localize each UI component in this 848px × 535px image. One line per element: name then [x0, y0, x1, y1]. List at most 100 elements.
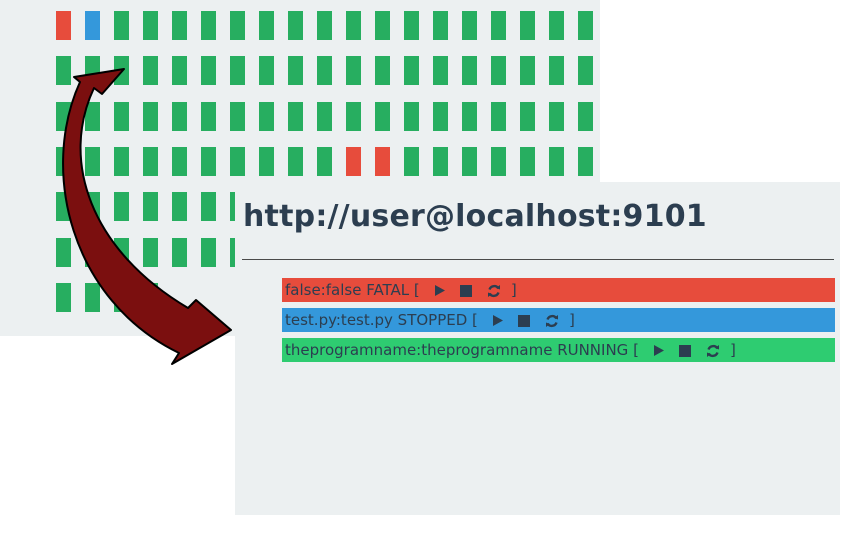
process-status-cell-running[interactable] [288, 11, 303, 40]
process-status-cell-running[interactable] [433, 102, 448, 131]
process-status-cell-running[interactable] [259, 102, 274, 131]
process-status-cell-running[interactable] [462, 56, 477, 85]
process-status-cell-running[interactable] [201, 102, 216, 131]
process-status-cell-running[interactable] [346, 11, 361, 40]
refresh-icon[interactable] [545, 314, 559, 328]
process-status-cell-running[interactable] [346, 56, 361, 85]
process-status-cell-running[interactable] [375, 102, 390, 131]
play-icon[interactable] [433, 284, 446, 297]
refresh-icon[interactable] [487, 284, 501, 298]
process-status-cell-running[interactable] [143, 102, 158, 131]
process-status-cell-running[interactable] [520, 11, 535, 40]
process-status-cell-running[interactable] [404, 11, 419, 40]
process-status-cell-running[interactable] [491, 11, 506, 40]
process-status-cell-running[interactable] [491, 56, 506, 85]
process-status-cell-running[interactable] [578, 56, 593, 85]
process-status-cell-running[interactable] [114, 147, 129, 176]
process-status-cell-running[interactable] [201, 147, 216, 176]
process-status-cell-running[interactable] [85, 56, 100, 85]
process-status-cell-fatal[interactable] [375, 147, 390, 176]
process-status-cell-running[interactable] [201, 238, 216, 267]
process-status-cell-running[interactable] [85, 238, 100, 267]
process-status-cell-running[interactable] [114, 283, 129, 312]
process-status-cell-running[interactable] [520, 147, 535, 176]
process-row-test-py[interactable]: test.py:test.py STOPPED [ ] [282, 308, 835, 332]
process-status-cell-running[interactable] [143, 283, 158, 312]
process-status-cell-running[interactable] [462, 147, 477, 176]
process-status-cell-running[interactable] [143, 147, 158, 176]
process-status-cell-running[interactable] [433, 147, 448, 176]
process-status-cell-running[interactable] [462, 11, 477, 40]
process-status-cell-running[interactable] [346, 102, 361, 131]
process-status-cell-running[interactable] [288, 56, 303, 85]
process-status-cell-running[interactable] [230, 102, 245, 131]
process-status-cell-running[interactable] [404, 147, 419, 176]
stop-icon[interactable] [460, 284, 473, 297]
process-status-cell-running[interactable] [143, 192, 158, 221]
process-status-cell-running[interactable] [549, 56, 564, 85]
process-status-cell-running[interactable] [259, 147, 274, 176]
process-status-cell-running[interactable] [433, 11, 448, 40]
process-status-cell-running[interactable] [172, 192, 187, 221]
process-status-cell-fatal[interactable] [56, 11, 71, 40]
process-status-cell-running[interactable] [85, 102, 100, 131]
process-status-cell-running[interactable] [114, 56, 129, 85]
process-status-cell-running[interactable] [201, 11, 216, 40]
process-status-cell-running[interactable] [172, 147, 187, 176]
play-icon[interactable] [652, 344, 665, 357]
process-status-cell-running[interactable] [56, 56, 71, 85]
process-status-cell-running[interactable] [56, 102, 71, 131]
process-status-cell-fatal[interactable] [346, 147, 361, 176]
process-status-cell-running[interactable] [288, 102, 303, 131]
process-status-cell-running[interactable] [230, 56, 245, 85]
process-status-cell-running[interactable] [520, 56, 535, 85]
process-status-cell-running[interactable] [375, 56, 390, 85]
process-status-cell-running[interactable] [259, 56, 274, 85]
process-status-cell-running[interactable] [404, 102, 419, 131]
process-status-cell-running[interactable] [172, 102, 187, 131]
process-status-cell-running[interactable] [288, 147, 303, 176]
process-status-cell-running[interactable] [172, 238, 187, 267]
process-status-cell-running[interactable] [491, 147, 506, 176]
process-status-cell-stopped[interactable] [85, 11, 100, 40]
process-status-cell-running[interactable] [56, 192, 71, 221]
process-status-cell-running[interactable] [85, 283, 100, 312]
process-status-cell-running[interactable] [520, 102, 535, 131]
process-status-cell-running[interactable] [317, 11, 332, 40]
process-row-false[interactable]: false:false FATAL [ ] [282, 278, 835, 302]
process-status-cell-running[interactable] [85, 147, 100, 176]
play-icon[interactable] [491, 314, 504, 327]
process-status-cell-running[interactable] [404, 56, 419, 85]
process-status-cell-running[interactable] [172, 56, 187, 85]
process-status-cell-running[interactable] [375, 11, 390, 40]
process-status-cell-running[interactable] [56, 238, 71, 267]
stop-icon[interactable] [518, 314, 531, 327]
process-status-cell-running[interactable] [201, 56, 216, 85]
process-status-cell-running[interactable] [114, 102, 129, 131]
process-status-cell-running[interactable] [433, 56, 448, 85]
process-status-cell-running[interactable] [172, 11, 187, 40]
process-status-cell-running[interactable] [230, 11, 245, 40]
process-status-cell-running[interactable] [143, 11, 158, 40]
process-status-cell-running[interactable] [549, 11, 564, 40]
process-status-cell-running[interactable] [85, 192, 100, 221]
process-status-cell-running[interactable] [578, 11, 593, 40]
process-status-cell-running[interactable] [317, 102, 332, 131]
process-status-cell-running[interactable] [317, 56, 332, 85]
process-status-cell-running[interactable] [578, 147, 593, 176]
process-status-cell-running[interactable] [114, 238, 129, 267]
process-status-cell-running[interactable] [201, 192, 216, 221]
process-status-cell-running[interactable] [462, 102, 477, 131]
process-status-cell-running[interactable] [578, 102, 593, 131]
process-status-cell-running[interactable] [114, 11, 129, 40]
process-status-cell-running[interactable] [143, 238, 158, 267]
process-status-cell-running[interactable] [491, 102, 506, 131]
process-status-cell-running[interactable] [56, 147, 71, 176]
process-status-cell-running[interactable] [230, 147, 245, 176]
process-status-cell-running[interactable] [259, 11, 274, 40]
process-status-cell-running[interactable] [143, 56, 158, 85]
process-status-cell-running[interactable] [56, 283, 71, 312]
process-status-cell-running[interactable] [114, 192, 129, 221]
process-status-cell-running[interactable] [549, 102, 564, 131]
process-row-theprogramname[interactable]: theprogramname:theprogramname RUNNING [ … [282, 338, 835, 362]
